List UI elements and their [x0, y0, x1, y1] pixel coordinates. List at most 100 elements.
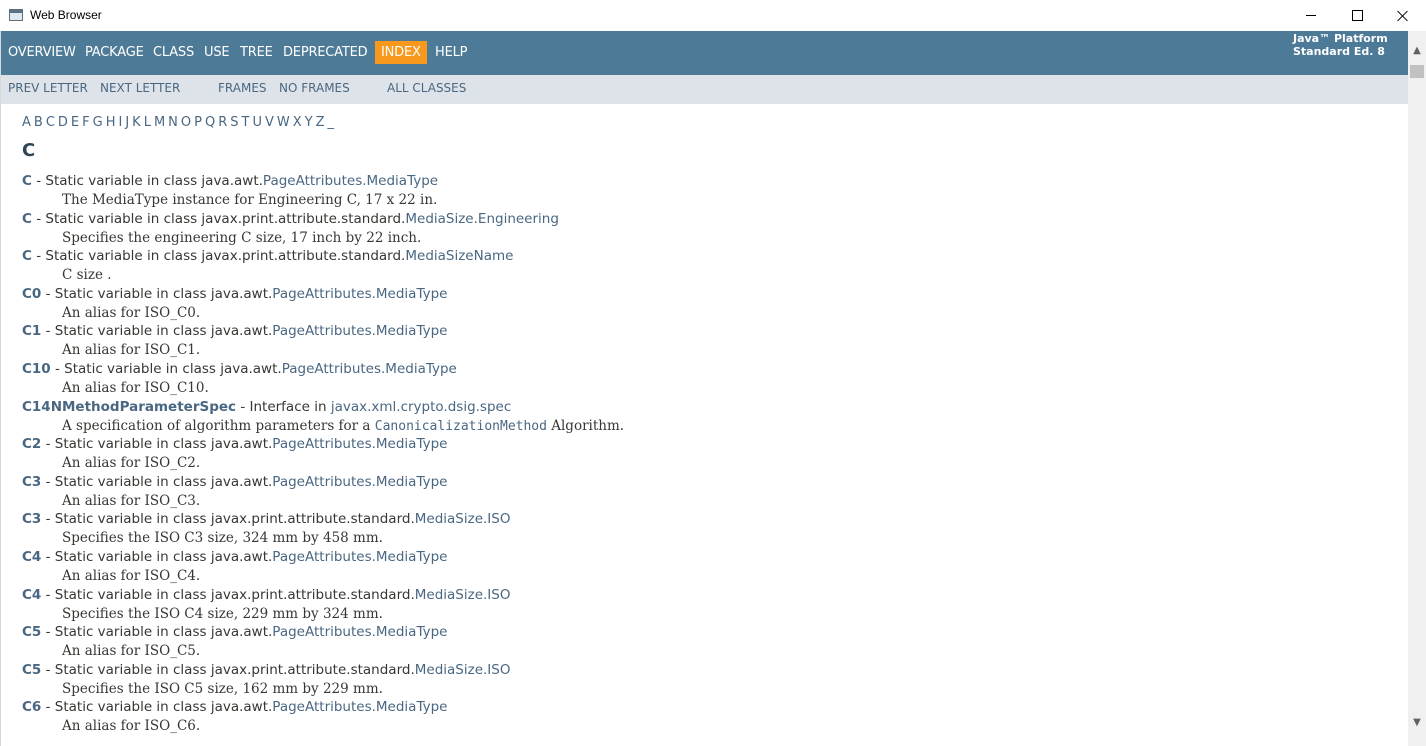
- entry-description: - Static variable in class java.awt.: [31, 173, 263, 189]
- nav-class[interactable]: CLASS: [153, 45, 194, 60]
- letter-link[interactable]: Q: [205, 115, 215, 130]
- scroll-thumb[interactable]: [1410, 65, 1424, 78]
- letter-link[interactable]: G: [93, 115, 103, 130]
- window-titlebar: Web Browser: [0, 0, 1426, 32]
- letter-link[interactable]: J: [125, 115, 129, 130]
- entry-detail-text: A specification of algorithm parameters …: [62, 417, 375, 434]
- letter-link[interactable]: I: [118, 115, 122, 130]
- entry-term-link[interactable]: C1: [22, 323, 41, 339]
- entry-term-link[interactable]: C4: [22, 549, 41, 565]
- entry-class-link[interactable]: MediaSize.ISO: [415, 662, 511, 678]
- letter-link[interactable]: R: [218, 115, 227, 130]
- entry-detail: An alias for ISO_C4.: [62, 567, 201, 584]
- entry-term-link[interactable]: C6: [22, 699, 41, 715]
- letter-link[interactable]: C: [46, 115, 55, 130]
- nav-help[interactable]: HELP: [435, 45, 467, 60]
- letter-link[interactable]: N: [168, 115, 178, 130]
- entry-term-link[interactable]: C14NMethodParameterSpec: [22, 399, 236, 415]
- entry-description: - Static variable in class java.awt.: [50, 360, 282, 377]
- entry-class-link[interactable]: PageAttributes.MediaType: [272, 323, 447, 339]
- entry-term-link[interactable]: C10: [22, 361, 51, 377]
- letter-link[interactable]: _: [328, 115, 335, 130]
- entry-class-link[interactable]: PageAttributes.MediaType: [272, 474, 447, 490]
- letter-link[interactable]: Y: [305, 115, 313, 130]
- letter-link[interactable]: T: [242, 115, 250, 130]
- close-button[interactable]: [1380, 0, 1426, 31]
- entry-class-link[interactable]: PageAttributes.MediaType: [263, 173, 438, 189]
- entry-term-line: C2 - Static variable in class java.awt.P…: [22, 436, 447, 452]
- entry-class-link[interactable]: PageAttributes.MediaType: [272, 699, 447, 715]
- letter-link[interactable]: K: [132, 115, 141, 130]
- entry-class-link[interactable]: PageAttributes.MediaType: [282, 361, 457, 377]
- entry-detail: The MediaType instance for Engineering C…: [62, 192, 438, 208]
- letter-link[interactable]: A: [22, 115, 31, 130]
- letter-link[interactable]: Z: [316, 115, 325, 130]
- nav-index-active[interactable]: INDEX: [375, 41, 427, 64]
- letter-link[interactable]: B: [34, 115, 43, 130]
- entry-detail-code-link[interactable]: CanonicalizationMethod: [375, 419, 547, 434]
- entry-class-link[interactable]: PageAttributes.MediaType: [272, 549, 447, 565]
- letter-link[interactable]: U: [252, 115, 262, 130]
- letter-link[interactable]: P: [194, 115, 202, 130]
- letter-link[interactable]: S: [230, 115, 238, 130]
- entry-term-link[interactable]: C: [22, 248, 32, 264]
- entry-class-link[interactable]: MediaSize.Engineering: [405, 211, 559, 227]
- sub-navbar: PREV LETTER NEXT LETTER FRAMES NO FRAMES…: [1, 75, 1409, 104]
- letter-link[interactable]: L: [144, 115, 151, 130]
- letter-link[interactable]: V: [265, 115, 274, 130]
- entry-class-link[interactable]: MediaSize.ISO: [415, 511, 511, 527]
- nav-package[interactable]: PACKAGE: [85, 45, 144, 60]
- vertical-scrollbar[interactable]: ▲ ▼: [1408, 31, 1426, 746]
- entry-detail: Specifies the ISO C5 size, 162 mm by 229…: [62, 680, 383, 697]
- all-classes-link[interactable]: ALL CLASSES: [387, 81, 466, 95]
- entry-term-link[interactable]: C3: [22, 474, 41, 490]
- entry-description: - Static variable in class java.awt.: [41, 699, 273, 716]
- frames-link[interactable]: FRAMES: [218, 81, 267, 95]
- entry-detail: Specifies the ISO C3 size, 324 mm by 458…: [62, 530, 383, 547]
- entry-class-link[interactable]: javax.xml.crypto.dsig.spec: [331, 399, 511, 415]
- scroll-up-arrow-icon[interactable]: ▲: [1408, 42, 1426, 59]
- about-line-2: Standard Ed. 8: [1293, 45, 1385, 58]
- nav-use[interactable]: USE: [204, 45, 230, 60]
- letter-link[interactable]: W: [277, 115, 290, 130]
- letter-link[interactable]: X: [293, 115, 302, 130]
- top-navbar: OVERVIEW PACKAGE CLASS USE TREE DEPRECAT…: [1, 31, 1409, 75]
- entry-term-link[interactable]: C4: [22, 587, 41, 603]
- entry-class-link[interactable]: PageAttributes.MediaType: [272, 286, 447, 302]
- next-letter-link[interactable]: NEXT LETTER: [100, 81, 180, 95]
- entry-term-line: C - Static variable in class javax.print…: [22, 211, 559, 227]
- letter-link[interactable]: O: [181, 115, 191, 130]
- entry-term-link[interactable]: C5: [22, 662, 41, 678]
- letter-link[interactable]: D: [58, 115, 68, 130]
- maximize-button[interactable]: [1334, 0, 1380, 31]
- entry-class-link[interactable]: MediaSize.ISO: [415, 587, 511, 603]
- entry-term-link[interactable]: C5: [22, 624, 41, 640]
- minimize-icon: [1306, 15, 1316, 16]
- entry-description: - Static variable in class javax.print.a…: [41, 511, 415, 528]
- entry-term-link[interactable]: C2: [22, 436, 41, 452]
- entry-class-link[interactable]: PageAttributes.MediaType: [272, 624, 447, 640]
- entry-description: - Static variable in class javax.print.a…: [31, 210, 406, 227]
- entry-term-link[interactable]: C: [22, 173, 32, 189]
- minimize-button[interactable]: [1288, 0, 1334, 31]
- letter-link[interactable]: F: [82, 115, 89, 130]
- entry-class-link[interactable]: MediaSizeName: [405, 248, 513, 264]
- entry-detail: Specifies the engineering C size, 17 inc…: [62, 229, 422, 246]
- entry-description: - Static variable in class java.awt.: [41, 436, 273, 453]
- entry-description: - Static variable in class java.awt.: [41, 473, 273, 490]
- entry-term-link[interactable]: C3: [22, 511, 41, 527]
- no-frames-link[interactable]: NO FRAMES: [279, 81, 350, 95]
- letter-link[interactable]: M: [154, 115, 165, 130]
- prev-letter-link[interactable]: PREV LETTER: [8, 81, 88, 95]
- entry-class-link[interactable]: PageAttributes.MediaType: [272, 436, 447, 452]
- letter-link[interactable]: H: [106, 115, 116, 130]
- entry-term-link[interactable]: C0: [22, 286, 41, 302]
- nav-deprecated[interactable]: DEPRECATED: [283, 45, 368, 60]
- letter-link[interactable]: E: [71, 115, 79, 130]
- entry-term-line: C - Static variable in class javax.print…: [22, 248, 513, 264]
- platform-about: Java™ Platform Standard Ed. 8: [1293, 32, 1388, 58]
- nav-tree[interactable]: TREE: [240, 45, 273, 60]
- nav-overview[interactable]: OVERVIEW: [8, 45, 76, 60]
- scroll-down-arrow-icon[interactable]: ▼: [1408, 714, 1426, 731]
- entry-term-link[interactable]: C: [22, 211, 32, 227]
